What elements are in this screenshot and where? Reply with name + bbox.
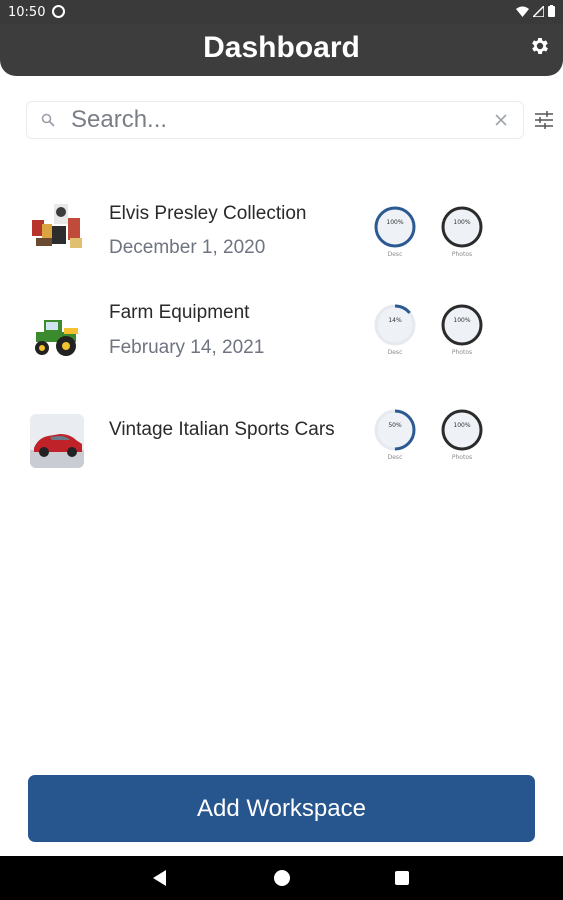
navigation-bar bbox=[0, 856, 563, 900]
desc-progress: 50% Desc bbox=[373, 408, 417, 464]
back-icon[interactable] bbox=[153, 870, 167, 886]
status-icons bbox=[516, 5, 555, 17]
gear-icon bbox=[532, 38, 548, 54]
desc-progress: 100% Desc bbox=[373, 205, 417, 261]
workspace-date: December 1, 2020 bbox=[109, 237, 266, 258]
workspace-thumbnail bbox=[30, 308, 84, 362]
battery-icon bbox=[548, 5, 555, 17]
workspace-date: February 14, 2021 bbox=[109, 337, 265, 358]
photos-label: Photos bbox=[451, 251, 473, 258]
list-item[interactable]: Vintage Italian Sports Cars 50% Desc 100… bbox=[0, 404, 563, 484]
desc-percent: 14% bbox=[388, 317, 402, 324]
photos-progress: 100% Photos bbox=[440, 408, 484, 464]
photos-percent: 100% bbox=[453, 219, 471, 226]
home-icon[interactable] bbox=[274, 870, 290, 886]
photos-percent: 100% bbox=[453, 317, 471, 324]
list-item[interactable]: Elvis Presley Collection December 1, 202… bbox=[0, 190, 563, 270]
search-input[interactable] bbox=[71, 104, 471, 136]
workspace-thumbnail bbox=[30, 414, 84, 468]
status-bar: 10:50 bbox=[0, 0, 563, 24]
filter-icon[interactable] bbox=[534, 110, 554, 130]
recents-icon[interactable] bbox=[395, 871, 409, 885]
photos-progress: 100% Photos bbox=[440, 205, 484, 261]
workspace-title: Vintage Italian Sports Cars bbox=[109, 419, 335, 440]
status-time: 10:50 bbox=[8, 5, 46, 20]
list-item[interactable]: Farm Equipment February 14, 2021 14% Des… bbox=[0, 298, 563, 378]
add-workspace-button[interactable]: Add Workspace bbox=[28, 775, 535, 842]
workspace-title: Farm Equipment bbox=[109, 302, 250, 323]
photos-label: Photos bbox=[451, 349, 473, 356]
desc-label: Desc bbox=[387, 454, 403, 461]
desc-progress: 14% Desc bbox=[373, 303, 417, 359]
desc-label: Desc bbox=[387, 349, 403, 356]
page-title: Dashboard bbox=[203, 31, 360, 64]
settings-button[interactable] bbox=[529, 35, 551, 57]
photos-percent: 100% bbox=[453, 422, 471, 429]
desc-label: Desc bbox=[387, 251, 403, 258]
desc-percent: 50% bbox=[388, 422, 402, 429]
search-icon bbox=[41, 113, 55, 127]
notification-icon bbox=[52, 5, 65, 18]
close-icon[interactable] bbox=[493, 112, 509, 128]
workspace-title: Elvis Presley Collection bbox=[109, 203, 307, 224]
wifi-icon bbox=[516, 6, 529, 17]
photos-progress: 100% Photos bbox=[440, 303, 484, 359]
search-box bbox=[26, 101, 524, 139]
desc-percent: 100% bbox=[386, 219, 404, 226]
signal-icon bbox=[533, 5, 544, 17]
workspace-thumbnail bbox=[30, 198, 84, 252]
app-header: Dashboard bbox=[0, 24, 563, 76]
photos-label: Photos bbox=[451, 454, 473, 461]
